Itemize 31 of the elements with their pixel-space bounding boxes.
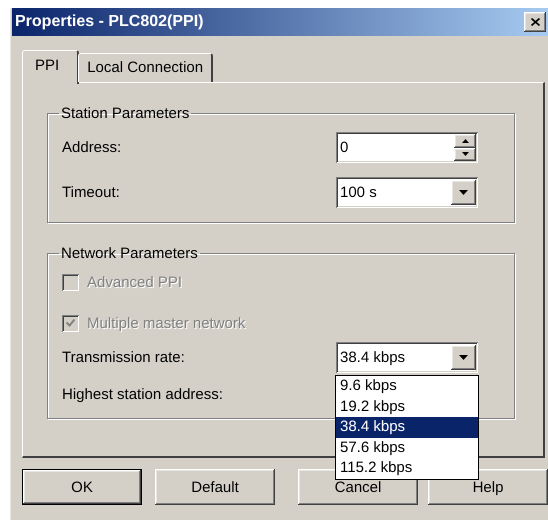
dropdown-button[interactable]: [451, 345, 476, 370]
combo-box[interactable]: 100 s: [336, 177, 478, 208]
spin-down-button[interactable]: [454, 148, 476, 161]
checkbox-label: Multiple master network: [87, 314, 246, 332]
check-mark-icon: [66, 319, 75, 327]
caret-icon: [459, 355, 468, 360]
field-label: Transmission rate:: [62, 349, 185, 366]
group-title: Network Parameters: [60, 245, 199, 262]
tab[interactable]: Local Connection: [78, 53, 214, 82]
dialog-button[interactable]: Default: [155, 469, 275, 505]
caret-icon: [459, 190, 468, 195]
close-button[interactable]: [524, 12, 546, 32]
field-label: Address:: [62, 139, 122, 156]
field-label: Highest station address:: [62, 386, 223, 403]
dialog-button[interactable]: OK: [22, 469, 142, 505]
window-title: Properties - PLC802(PPI): [15, 13, 204, 31]
down-arrow-icon: [462, 152, 468, 156]
checkbox-label: Advanced PPI: [87, 274, 182, 290]
combo-box[interactable]: 38.4 kbps: [336, 342, 478, 373]
spin-field[interactable]: 0: [336, 132, 478, 163]
dropdown-option[interactable]: 38.4 kbps: [336, 417, 478, 438]
dropdown-button[interactable]: [451, 180, 476, 205]
dropdown-option[interactable]: 9.6 kbps: [336, 376, 478, 396]
dropdown-option[interactable]: 57.6 kbps: [336, 438, 478, 458]
field-label: Timeout:: [62, 184, 120, 201]
close-icon: [530, 18, 540, 26]
spin-up-button[interactable]: [454, 134, 476, 148]
dropdown-option[interactable]: 19.2 kbps: [336, 396, 478, 417]
tab[interactable]: PPI: [22, 50, 80, 84]
group-title: Station Parameters: [60, 105, 190, 122]
up-arrow-icon: [462, 138, 468, 143]
